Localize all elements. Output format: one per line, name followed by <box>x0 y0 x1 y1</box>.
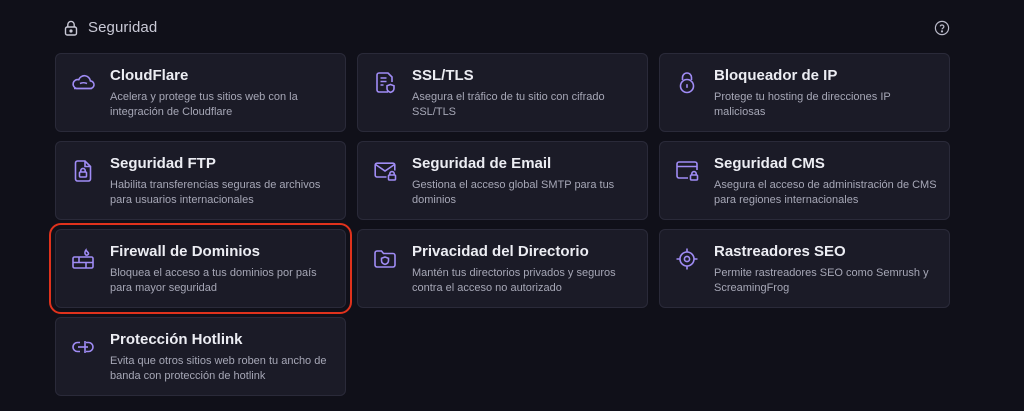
card-description: Asegura el tráfico de tu sitio con cifra… <box>412 91 605 118</box>
card-hotlink-protection[interactable]: Protección Hotlink Evita que otros sitio… <box>55 317 346 396</box>
crosshair-icon <box>674 246 700 272</box>
card-directory-privacy[interactable]: Privacidad del Directorio Mantén tus dir… <box>357 229 648 308</box>
file-lock-icon <box>70 158 96 184</box>
card-email-security[interactable]: Seguridad de Email Gestiona el acceso gl… <box>357 141 648 220</box>
card-title: Bloqueador de IP <box>714 67 838 84</box>
card-description: Protege tu hosting de direcciones IP mal… <box>714 91 891 118</box>
card-description: Bloquea el acceso a tus dominios por paí… <box>110 267 317 294</box>
card-description: Asegura el acceso de administración de C… <box>714 179 937 206</box>
card-title: Privacidad del Directorio <box>412 243 589 260</box>
firewall-icon <box>70 246 96 272</box>
card-ip-blocker[interactable]: Bloqueador de IP Protege tu hosting de d… <box>659 53 950 132</box>
card-title: Seguridad FTP <box>110 155 216 172</box>
card-title: Rastreadores SEO <box>714 243 846 260</box>
section-title: Seguridad <box>88 19 158 36</box>
card-title: Seguridad CMS <box>714 155 825 172</box>
browser-lock-icon <box>674 158 700 184</box>
padlock-icon <box>674 70 700 96</box>
card-title: Firewall de Dominios <box>110 243 261 260</box>
folder-shield-icon <box>372 246 398 272</box>
card-title: CloudFlare <box>110 67 189 84</box>
card-description: Evita que otros sitios web roben tu anch… <box>110 355 327 382</box>
cloud-icon <box>70 70 96 96</box>
card-seo-crawlers[interactable]: Rastreadores SEO Permite rastreadores SE… <box>659 229 950 308</box>
card-domain-firewall[interactable]: Firewall de Dominios Bloquea el acceso a… <box>49 223 352 314</box>
section-header: Seguridad <box>62 16 952 40</box>
card-description: Mantén tus directorios privados y seguro… <box>412 267 616 294</box>
certificate-shield-icon <box>372 70 398 96</box>
card-description: Habilita transferencias seguras de archi… <box>110 179 321 206</box>
card-description: Gestiona el acceso global SMTP para tus … <box>412 179 615 206</box>
security-tools-grid: CloudFlare Acelera y protege tus sitios … <box>49 53 950 396</box>
card-title: Seguridad de Email <box>412 155 552 172</box>
card-cms-security[interactable]: Seguridad CMS Asegura el acceso de admin… <box>659 141 950 220</box>
card-description: Acelera y protege tus sitios web con la … <box>110 91 298 118</box>
card-ftp-security[interactable]: Seguridad FTP Habilita transferencias se… <box>55 141 346 220</box>
card-ssl-tls[interactable]: SSL/TLS Asegura el tráfico de tu sitio c… <box>357 53 648 132</box>
security-panel: Seguridad CloudFlare Acelera y protege t… <box>0 0 1024 411</box>
card-cloudflare[interactable]: CloudFlare Acelera y protege tus sitios … <box>55 53 346 132</box>
card-title: SSL/TLS <box>412 67 474 84</box>
link-icon <box>70 334 96 360</box>
envelope-lock-icon <box>372 158 398 184</box>
card-description: Permite rastreadores SEO como Semrush y … <box>714 267 929 294</box>
card-title: Protección Hotlink <box>110 331 243 348</box>
help-icon[interactable] <box>934 20 950 36</box>
lock-icon <box>62 19 80 37</box>
